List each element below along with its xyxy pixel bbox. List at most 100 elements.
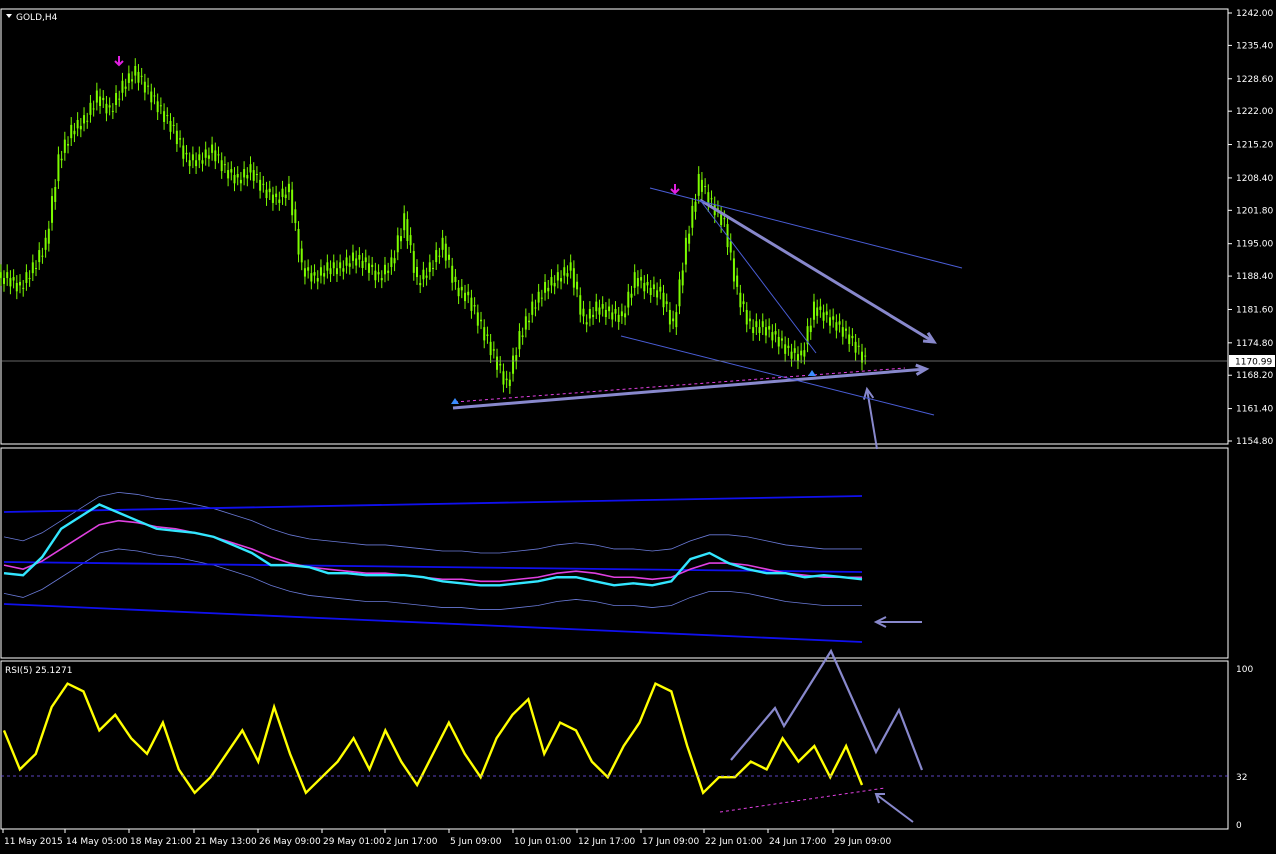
candle-body [246,174,249,179]
price-tick-label: 1228.60 [1236,75,1273,85]
candle-body [780,338,783,341]
candle-body [492,349,495,351]
candle-body [143,81,146,93]
candle-body [319,267,322,276]
candle-body [118,98,121,100]
candle-body [419,282,422,286]
candle-body [204,149,207,158]
candle-body [134,66,137,76]
candle-body [67,144,70,146]
candle-body [723,218,726,220]
price-tick-label: 1154.80 [1236,437,1273,447]
candle-body [508,379,511,387]
candle-body [284,194,287,199]
candle-body [278,199,281,203]
price-tick-label: 1174.80 [1236,339,1273,349]
candle-body [448,254,451,260]
candle-body [294,209,297,224]
candle-body [422,269,425,280]
candle-body [230,169,233,173]
candle-body [688,233,691,244]
candle-body [518,331,521,350]
candle-body [553,282,556,287]
candle-body [768,326,771,330]
candle-body [412,251,415,273]
candle-body [153,95,156,97]
candle-body [662,292,665,308]
candle-body [57,154,60,182]
candle-body [220,160,223,172]
candle-body [70,124,73,139]
candle-body [399,236,402,242]
candle-body [483,327,486,341]
candle-body [534,307,537,309]
candle-body [822,312,825,321]
candle-body [499,363,502,366]
candle-body [79,125,82,130]
candle-body [441,237,444,250]
candle-body [457,287,460,297]
candle-body [614,308,617,314]
candle-body [323,273,326,277]
price-tick-label: 1208.40 [1236,174,1273,184]
candle-body [588,308,591,319]
candle-body [742,301,745,305]
candle-body [790,351,793,359]
candle-body [563,267,566,276]
candle-body [700,179,703,192]
candle-body [102,97,105,101]
candle-body [585,322,588,325]
candle-body [255,173,258,175]
candle-body [643,282,646,292]
candle-body [668,309,671,325]
candle-body [659,286,662,292]
candle-body [771,332,774,341]
candle-body [732,258,735,282]
candle-body [496,356,499,370]
candle-body [12,277,15,281]
candle-body [656,290,659,298]
candle-body [454,276,457,282]
candle-body [675,312,678,328]
time-tick-label: 11 May 2015 [4,837,63,847]
time-tick-label: 24 Jun 17:00 [769,837,826,847]
candle-body [345,257,348,266]
candle-body [521,335,524,337]
candle-body [396,235,399,253]
price-tick-label: 1242.00 [1236,9,1273,19]
candle-body [787,345,790,348]
candle-body [630,293,633,298]
price-tick-label: 1195.00 [1236,240,1273,250]
candle-body [579,295,582,315]
candle-body [76,120,79,129]
candle-body [691,205,694,228]
time-tick-label: 18 May 21:00 [130,837,192,847]
rsi-label: RSI(5) 25.1271 [5,666,72,676]
candle-body [380,278,383,281]
candle-body [188,160,191,167]
candle-body [640,277,643,281]
candle-body [169,120,172,132]
candle-body [601,304,604,309]
candle-body [54,186,57,202]
candle-body [393,258,396,264]
candle-body [569,262,572,271]
current-price-text: 1170.99 [1235,358,1272,368]
candle-body [444,243,447,261]
candle-body [524,316,527,330]
candle-body [297,228,300,255]
candle-body [835,322,838,331]
candle-body [339,262,342,269]
candle-body [271,194,274,203]
candle-body [140,75,143,77]
candle-body [864,355,867,357]
candle-body [502,371,505,385]
candle-body [636,278,639,287]
trading-chart[interactable]: 1242.00 1235.40 1228.60 1222.00 1215.20 1208.… [0,0,1276,854]
time-tick-label: 29 Jun 09:00 [834,837,891,847]
candle-body [326,262,329,271]
candle-body [83,115,86,124]
candle-body [415,267,418,278]
candle-body [121,80,124,93]
candle-body [803,350,806,357]
